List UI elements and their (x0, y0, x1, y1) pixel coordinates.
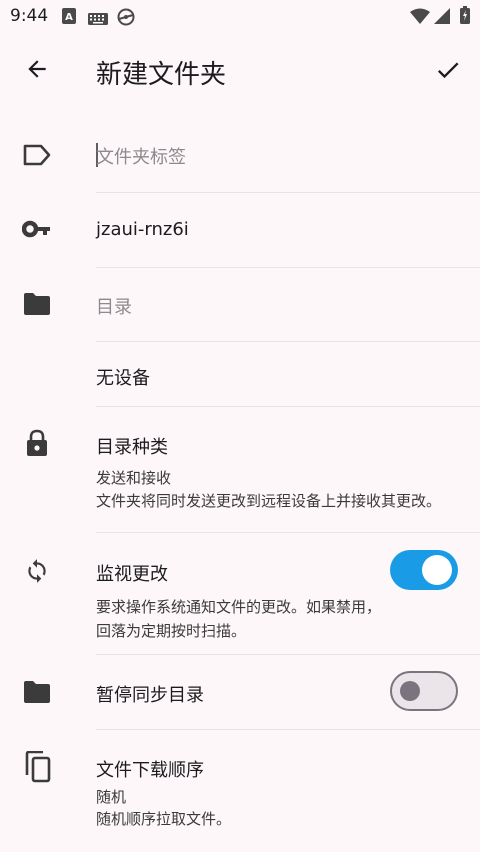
check-icon[interactable] (434, 56, 462, 88)
divider (96, 267, 480, 268)
watch-changes-description: 要求操作系统通知文件的更改。如果禁用， (96, 598, 382, 616)
status-time: 9:44 (10, 6, 49, 26)
toggle-knob (422, 555, 452, 585)
wifi-icon (410, 8, 430, 28)
lock-icon (26, 429, 48, 461)
watch-changes-title: 监视更改 (96, 564, 168, 585)
watch-changes-toggle[interactable] (390, 550, 458, 590)
pull-order-description: 随机顺序拉取文件。 (96, 810, 232, 828)
divider (96, 341, 480, 342)
divider (96, 654, 480, 655)
folder-type-title: 目录种类 (96, 437, 168, 458)
svg-text:A: A (65, 12, 73, 23)
folder-type-value: 发送和接收 (96, 469, 172, 487)
divider (96, 729, 480, 730)
page-title: 新建文件夹 (96, 60, 227, 90)
watch-changes-description-2: 回落为定期按时扫描。 (96, 622, 247, 640)
devices-status: 无设备 (96, 368, 150, 389)
sync-service-icon (116, 7, 136, 31)
divider (96, 192, 480, 193)
pull-order-title: 文件下载顺序 (96, 760, 204, 781)
folder-type-description: 文件夹将同时发送更改到远程设备上并接收其更改。 (96, 492, 442, 510)
battery-icon (460, 6, 470, 28)
directory-input[interactable]: 目录 (96, 293, 132, 319)
divider (96, 406, 480, 407)
pause-sync-title: 暂停同步目录 (96, 685, 204, 706)
folder-id-field[interactable]: jzaui-rnz6i (96, 219, 189, 240)
folder-icon (22, 680, 52, 708)
folder-icon (22, 292, 52, 320)
label-icon (22, 142, 52, 172)
status-bar: 9:44 A (0, 0, 480, 34)
toggle-knob (400, 681, 420, 701)
font-a-icon: A (62, 8, 76, 28)
copy-icon (24, 750, 52, 787)
arrow-back-icon[interactable] (24, 56, 50, 86)
sync-icon (24, 557, 50, 589)
pull-order-value: 随机 (96, 788, 127, 806)
folder-label-input[interactable]: 文件夹标签 (96, 143, 186, 169)
divider (96, 532, 480, 533)
keyboard-icon (88, 10, 108, 29)
cellular-icon (434, 8, 450, 28)
app-bar (0, 34, 480, 108)
pause-sync-toggle[interactable] (390, 671, 458, 711)
key-icon (21, 218, 52, 244)
